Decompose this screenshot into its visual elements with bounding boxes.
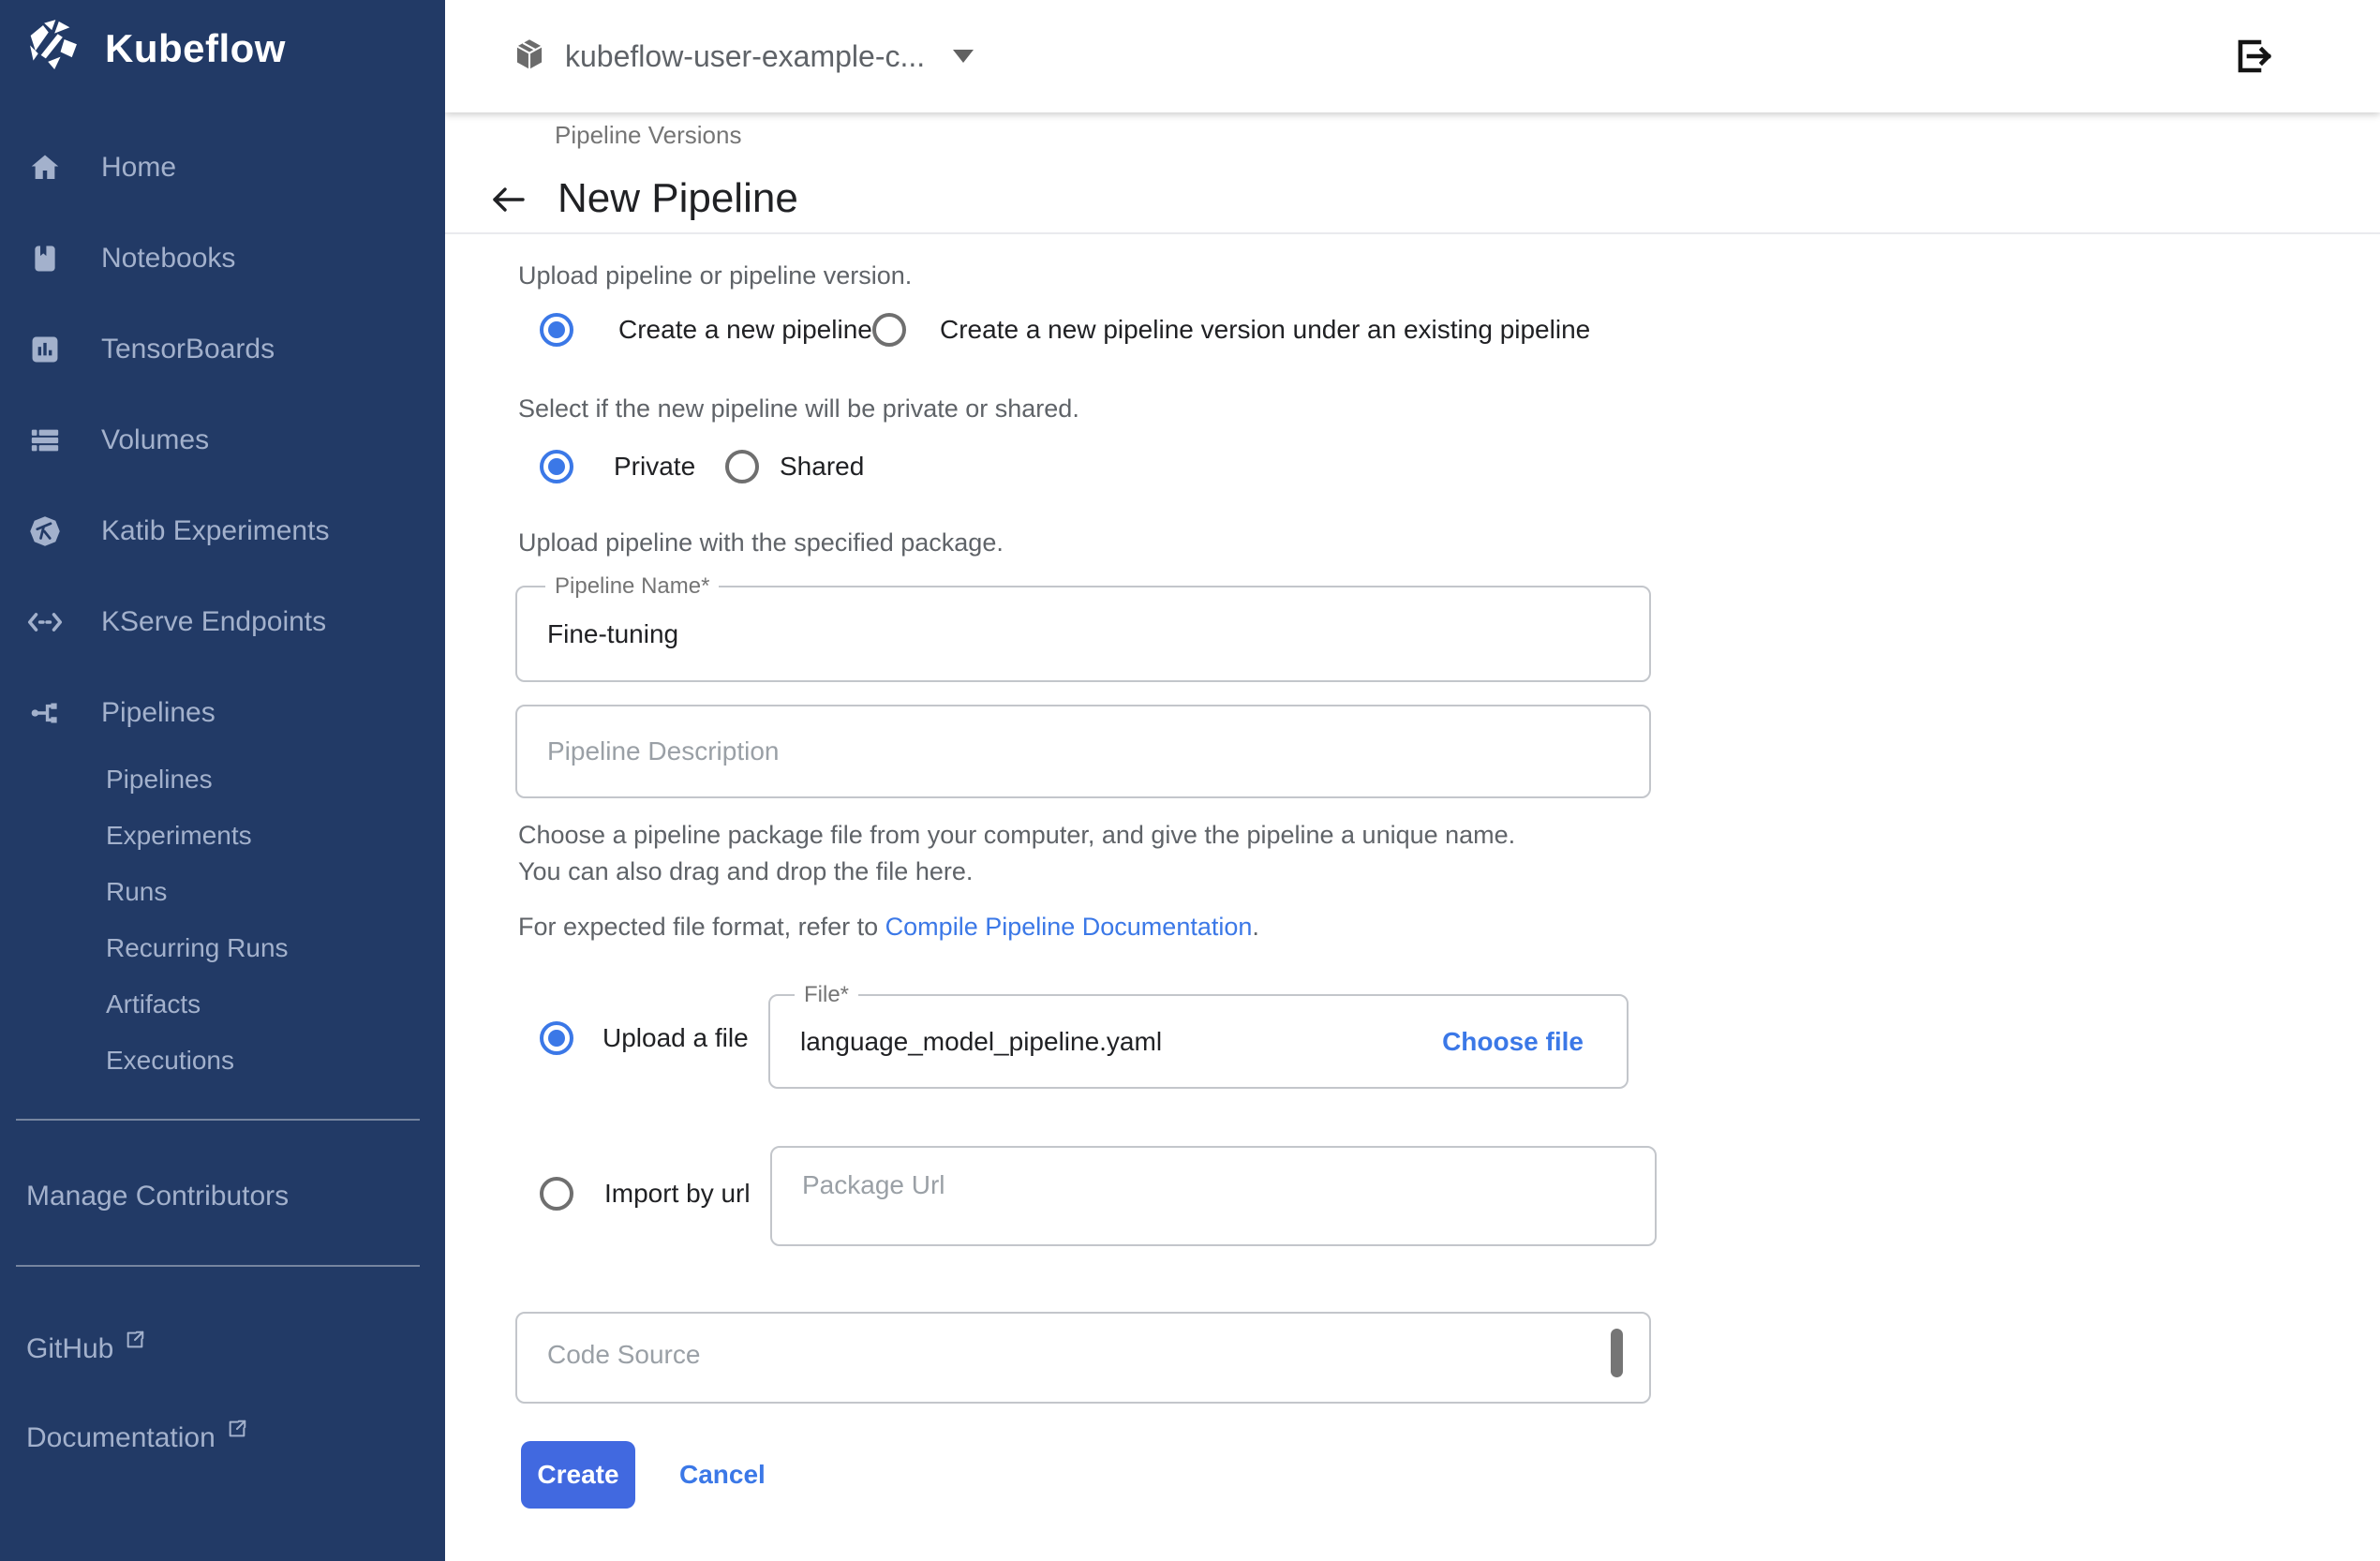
sidebar-item-label: Pipelines	[101, 697, 216, 729]
sidebar-item-volumes[interactable]: Volumes	[0, 394, 445, 485]
documentation-link[interactable]: Documentation	[26, 1420, 247, 1457]
pipeline-description-field-box	[515, 705, 1651, 798]
sidebar-item-label: TensorBoards	[101, 334, 275, 365]
chart-icon	[26, 331, 64, 368]
sidebar-subitem-recurring-runs[interactable]: Recurring Runs	[0, 920, 445, 976]
page-title: New Pipeline	[558, 171, 798, 227]
sidebar-subitem-artifacts[interactable]: Artifacts	[0, 976, 445, 1033]
chevron-down-icon	[953, 50, 974, 63]
scrollbar-thumb[interactable]	[1611, 1329, 1623, 1377]
pipeline-description-input[interactable]	[517, 706, 1649, 796]
sidebar-item-kserve-endpoints[interactable]: KServe Endpoints	[0, 576, 445, 667]
sidebar-divider	[16, 1119, 420, 1121]
sidebar-subitem-label: Experiments	[106, 821, 252, 851]
radio-label-import-by-url[interactable]: Import by url	[604, 1177, 751, 1211]
code-source-input[interactable]	[517, 1314, 1649, 1402]
radio-label-private[interactable]: Private	[614, 450, 695, 483]
radio-create-new-pipeline[interactable]	[540, 313, 573, 347]
sidebar-subitem-executions[interactable]: Executions	[0, 1033, 445, 1089]
manage-contributors-label: Manage Contributors	[26, 1181, 289, 1212]
sidebar-item-label: Katib Experiments	[101, 515, 329, 547]
sidebar-subitem-label: Recurring Runs	[106, 933, 289, 963]
format-help-line: For expected file format, refer to Compi…	[518, 911, 1259, 943]
visibility-section-label: Select if the new pipeline will be priva…	[518, 393, 1079, 424]
namespace-selector[interactable]: kubeflow-user-example-c...	[514, 0, 974, 112]
external-link-icon	[227, 1412, 247, 1450]
home-icon	[26, 149, 64, 186]
format-help-prefix: For expected file format, refer to	[518, 913, 885, 941]
documentation-link-label: Documentation	[26, 1422, 216, 1453]
radio-upload-a-file[interactable]	[540, 1021, 573, 1055]
pipeline-name-field-label: Pipeline Name*	[545, 573, 719, 600]
main-content: Pipeline Versions New Pipeline Upload pi…	[445, 112, 2380, 1561]
upload-section-label: Upload pipeline or pipeline version.	[518, 260, 912, 291]
package-help-line1: Choose a pipeline package file from your…	[518, 819, 1515, 851]
package-url-input[interactable]	[772, 1148, 1655, 1244]
package-help-line2: You can also drag and drop the file here…	[518, 855, 973, 887]
compile-pipeline-documentation-link[interactable]: Compile Pipeline Documentation	[885, 913, 1253, 941]
kubeflow-logo[interactable]: Kubeflow	[26, 19, 286, 78]
endpoints-icon	[26, 603, 64, 641]
storage-icon	[26, 422, 64, 459]
radio-label-upload-a-file[interactable]: Upload a file	[602, 1021, 749, 1055]
sidebar-item-tensorboards[interactable]: TensorBoards	[0, 304, 445, 394]
sidebar-item-label: KServe Endpoints	[101, 606, 326, 638]
kubeflow-logo-icon	[26, 19, 81, 78]
header-divider	[445, 232, 2380, 234]
sidebar-subitem-experiments[interactable]: Experiments	[0, 808, 445, 864]
back-arrow-icon[interactable]	[487, 180, 527, 219]
sidebar-subitem-label: Runs	[106, 877, 167, 907]
choose-file-button[interactable]: Choose file	[1442, 996, 1584, 1087]
file-field-box: File* language_model_pipeline.yaml Choos…	[768, 994, 1629, 1089]
sidebar-subitem-label: Artifacts	[106, 989, 201, 1019]
sidebar-item-notebooks[interactable]: Notebooks	[0, 213, 445, 304]
package-url-field-box	[770, 1146, 1657, 1246]
logout-button[interactable]	[2230, 34, 2275, 79]
manage-contributors-link[interactable]: Manage Contributors	[26, 1178, 289, 1215]
pipeline-name-input[interactable]	[517, 587, 1649, 680]
sidebar-divider	[16, 1265, 420, 1267]
app-title: Kubeflow	[105, 26, 286, 71]
github-link[interactable]: GitHub	[26, 1331, 145, 1368]
sidebar-subitem-label: Executions	[106, 1046, 234, 1076]
kubeflow-app: Kubeflow Home Notebooks TensorBoards	[0, 0, 2380, 1561]
sidebar-item-label: Home	[101, 152, 176, 184]
package-section-label: Upload pipeline with the specified packa…	[518, 527, 1004, 558]
radio-private[interactable]	[540, 450, 573, 483]
radio-import-by-url[interactable]	[540, 1177, 573, 1211]
sidebar-subitem-label: Pipelines	[106, 765, 213, 795]
radio-label-create-new-pipeline[interactable]: Create a new pipeline	[618, 313, 872, 347]
pipeline-name-field-box: Pipeline Name*	[515, 586, 1651, 682]
create-button[interactable]: Create	[521, 1441, 635, 1509]
cancel-button[interactable]: Cancel	[670, 1441, 775, 1509]
github-link-label: GitHub	[26, 1333, 113, 1364]
notebook-icon	[26, 240, 64, 277]
format-help-suffix: .	[1252, 913, 1259, 941]
telescope-icon	[26, 513, 64, 550]
sidebar-item-label: Notebooks	[101, 243, 235, 275]
sidebar-subitem-runs[interactable]: Runs	[0, 864, 445, 920]
namespace-label: kubeflow-user-example-c...	[565, 39, 925, 74]
file-field-value: language_model_pipeline.yaml	[800, 996, 1162, 1087]
tab-pipeline-versions[interactable]: Pipeline Versions	[555, 119, 741, 151]
sidebar-subitem-pipelines[interactable]: Pipelines	[0, 751, 445, 808]
radio-label-create-pipeline-version[interactable]: Create a new pipeline version under an e…	[940, 313, 1590, 347]
sidebar-item-home[interactable]: Home	[0, 122, 445, 213]
radio-create-pipeline-version[interactable]	[872, 313, 906, 347]
radio-shared[interactable]	[725, 450, 759, 483]
pipelines-subnav: Pipelines Experiments Runs Recurring Run…	[0, 751, 445, 1089]
sidebar-item-katib-experiments[interactable]: Katib Experiments	[0, 485, 445, 576]
sidebar-nav: Home Notebooks TensorBoards Volumes	[0, 122, 445, 758]
sidebar: Kubeflow Home Notebooks TensorBoards	[0, 0, 445, 1561]
sidebar-item-label: Volumes	[101, 424, 209, 456]
pipelines-icon	[26, 694, 64, 732]
radio-label-shared[interactable]: Shared	[780, 450, 864, 483]
cube-icon	[514, 38, 544, 75]
code-source-field-box	[515, 1312, 1651, 1404]
sidebar-item-pipelines[interactable]: Pipelines	[0, 667, 445, 758]
external-link-icon	[125, 1323, 145, 1360]
top-toolbar: kubeflow-user-example-c...	[445, 0, 2380, 112]
